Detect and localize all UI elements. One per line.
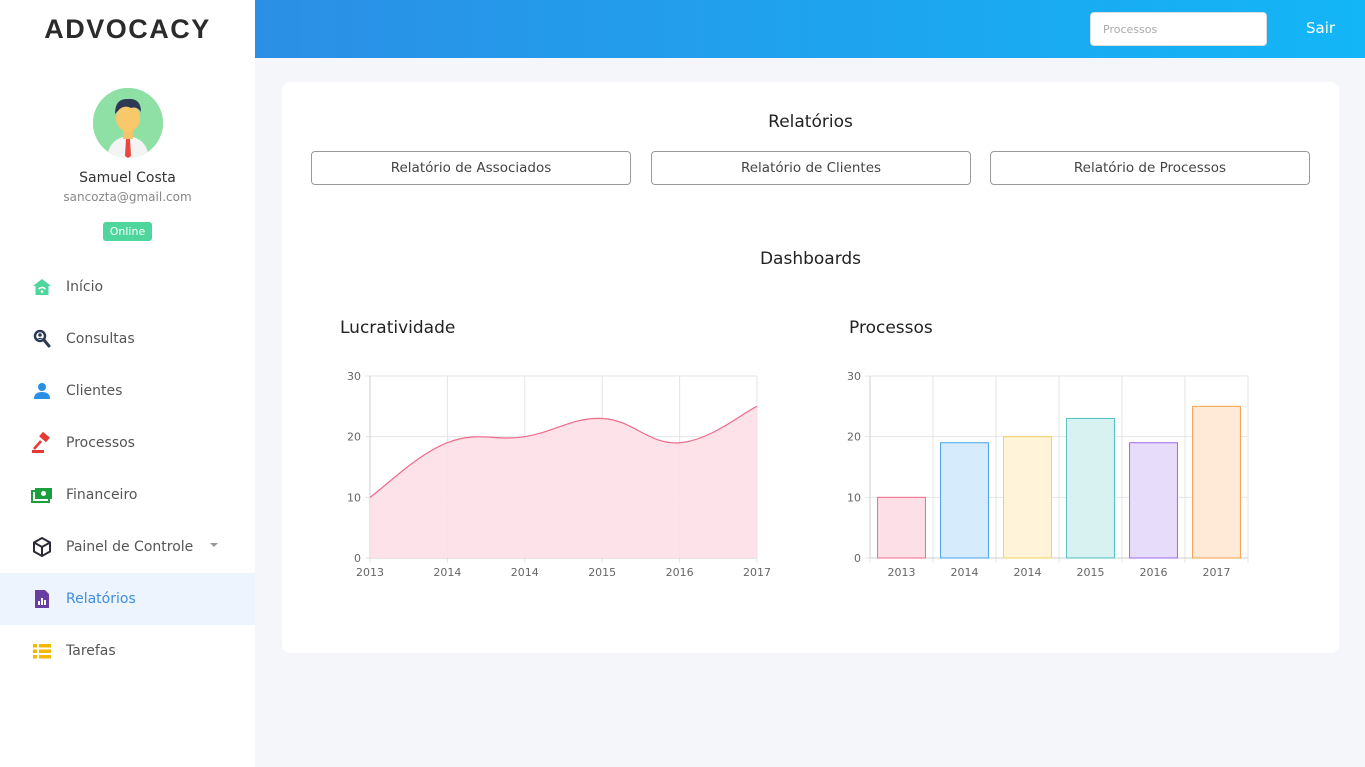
processos-bar	[1066, 417, 1115, 559]
lucratividade-chart: 0 10 20 30 2013 2014 2014 2015 2016 2017	[347, 370, 771, 579]
processos-x-tick-label: 2015	[1077, 566, 1105, 579]
user-name: Samuel Costa	[79, 170, 176, 186]
sidebar-item-painel-de-controle[interactable]: Painel de Controle	[0, 521, 255, 573]
processos-x-tick-label: 2014	[951, 566, 979, 579]
sidebar-item-clientes[interactable]: Clientes	[0, 365, 255, 417]
report-icon	[31, 588, 53, 610]
avatar	[92, 88, 163, 158]
sidebar-item-inicio[interactable]: Início	[0, 261, 255, 313]
avatar-illustration	[92, 88, 163, 158]
processos-bar	[1129, 442, 1178, 559]
sidebar-item-label: Painel de Controle	[66, 539, 194, 555]
report-clientes-button[interactable]: Relatório de Clientes	[651, 151, 971, 185]
user-profile: Samuel Costa sancozta@gmail.com Online	[0, 58, 255, 241]
money-icon	[31, 484, 53, 506]
cube-icon	[31, 536, 53, 558]
home-icon	[31, 276, 53, 298]
processos-bar	[1192, 405, 1241, 559]
lucratividade-area	[370, 406, 757, 558]
sidebar-item-label: Tarefas	[66, 643, 116, 659]
user-icon	[31, 380, 53, 402]
sidebar-menu: Início Consultas Clientes Processos Fina…	[0, 261, 255, 677]
sidebar-item-relatorios[interactable]: Relatórios	[0, 573, 255, 625]
sidebar-item-consultas[interactable]: Consultas	[0, 313, 255, 365]
lucratividade-y-tick-label: 10	[347, 491, 361, 504]
logout-link[interactable]: Sair	[1306, 19, 1335, 37]
status-badge: Online	[102, 222, 153, 241]
processos-x-tick-label: 2013	[888, 566, 916, 579]
lucratividade-y-tick-label: 0	[354, 552, 361, 565]
brand-logo[interactable]: ADVOCACY	[0, 0, 255, 58]
lucratividade-x-tick-label: 2016	[666, 566, 694, 579]
processos-bar	[940, 442, 989, 559]
sidebar-item-financeiro[interactable]: Financeiro	[0, 469, 255, 521]
lucratividade-y-tick-label: 30	[347, 370, 361, 383]
sidebar-item-tarefas[interactable]: Tarefas	[0, 625, 255, 677]
lucratividade-y-tick-label: 20	[347, 431, 361, 444]
processos-chart: 0 10 20 30 2013 2014 2014 2015 2016 2017	[847, 370, 1249, 579]
reports-title: Relatórios	[768, 112, 853, 132]
lucratividade-x-tick-label: 2015	[588, 566, 616, 579]
search-input[interactable]	[1090, 12, 1267, 46]
top-header: Sair	[255, 0, 1365, 58]
report-associados-button[interactable]: Relatório de Associados	[311, 151, 631, 185]
user-email: sancozta@gmail.com	[63, 190, 192, 204]
sidebar-item-label: Processos	[66, 435, 135, 451]
sidebar-item-processos[interactable]: Processos	[0, 417, 255, 469]
sidebar: ADVOCACY Samuel Costa sancozta@gmail.com…	[0, 0, 255, 767]
lucratividade-x-tick-label: 2013	[356, 566, 384, 579]
processos-y-tick-label: 30	[847, 370, 861, 383]
dashboards-title: Dashboards	[759, 249, 862, 269]
processos-y-tick-label: 10	[847, 491, 861, 504]
chevron-down-icon[interactable]	[210, 543, 218, 547]
sidebar-item-label: Início	[66, 279, 104, 295]
lucratividade-chart-title: Lucratividade	[340, 318, 456, 338]
gavel-icon	[31, 432, 53, 454]
lucratividade-x-tick-label: 2014	[433, 566, 461, 579]
processos-x-tick-label: 2014	[1014, 566, 1042, 579]
lucratividade-x-tick-label: 2017	[743, 566, 771, 579]
sidebar-item-label: Clientes	[66, 383, 123, 399]
processos-x-tick-label: 2017	[1203, 566, 1231, 579]
list-icon	[31, 640, 53, 662]
sidebar-item-label: Relatórios	[66, 591, 136, 607]
processos-bar	[1003, 436, 1052, 559]
user-search-icon	[31, 328, 53, 350]
processos-x-tick-label: 2016	[1140, 566, 1168, 579]
sidebar-item-label: Financeiro	[66, 487, 138, 503]
processos-y-tick-label: 20	[847, 431, 861, 444]
processos-y-tick-label: 0	[854, 552, 861, 565]
main-card: Relatórios Relatório de Associados Relat…	[282, 82, 1339, 653]
lucratividade-x-tick-label: 2014	[511, 566, 539, 579]
report-processos-button[interactable]: Relatório de Processos	[990, 151, 1310, 185]
processos-bar	[877, 496, 926, 559]
sidebar-item-label: Consultas	[66, 331, 135, 347]
processos-chart-title: Processos	[849, 318, 933, 338]
